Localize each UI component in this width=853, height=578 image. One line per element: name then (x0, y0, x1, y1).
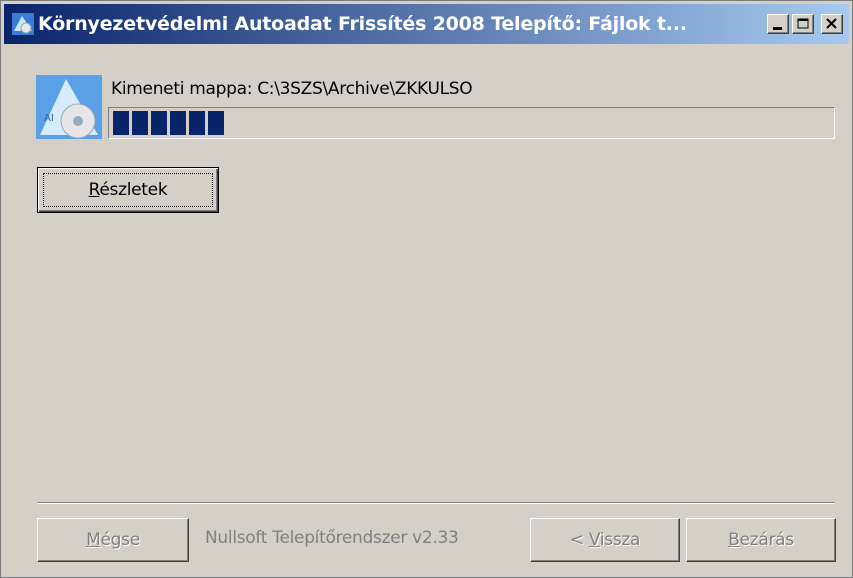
window-title: Környezetvédelmi Autoadat Frissítés 2008… (38, 13, 687, 35)
maximize-icon (797, 18, 809, 29)
cancel-button[interactable]: Mégse (37, 518, 189, 562)
progress-segment (170, 111, 186, 135)
close-button[interactable]: Bezárás (686, 518, 836, 562)
title-bar[interactable]: Környezetvédelmi Autoadat Frissítés 2008… (4, 4, 849, 44)
close-window-button[interactable] (821, 14, 843, 34)
progress-segment (208, 111, 224, 135)
minimize-icon (773, 27, 782, 30)
install-progress-bar (108, 107, 835, 139)
svg-text:AI: AI (44, 113, 54, 124)
details-button-label: Részletek (88, 180, 168, 200)
installer-window: Környezetvédelmi Autoadat Frissítés 2008… (0, 0, 853, 578)
installer-app-icon: AI (36, 75, 102, 139)
installer-app-icon (12, 13, 34, 35)
details-button[interactable]: Részletek (37, 167, 219, 213)
cancel-button-label: Mégse (86, 530, 140, 550)
maximize-button[interactable] (792, 14, 814, 34)
back-button-label: < Vissza (569, 530, 641, 550)
progress-fill (113, 111, 227, 135)
output-folder-label: Kimeneti mappa: C:\3SZS\Archive\ZKKULSO (111, 79, 473, 99)
close-icon (826, 18, 837, 29)
progress-segment (132, 111, 148, 135)
progress-segment (113, 111, 129, 135)
progress-segment (189, 111, 205, 135)
footer-separator (37, 502, 835, 504)
progress-segment (151, 111, 167, 135)
nsis-branding-text: Nullsoft Telepítőrendszer v2.33 (205, 528, 459, 548)
close-button-label: Bezárás (728, 530, 794, 550)
minimize-button[interactable] (767, 14, 789, 34)
back-button[interactable]: < Vissza (530, 518, 680, 562)
